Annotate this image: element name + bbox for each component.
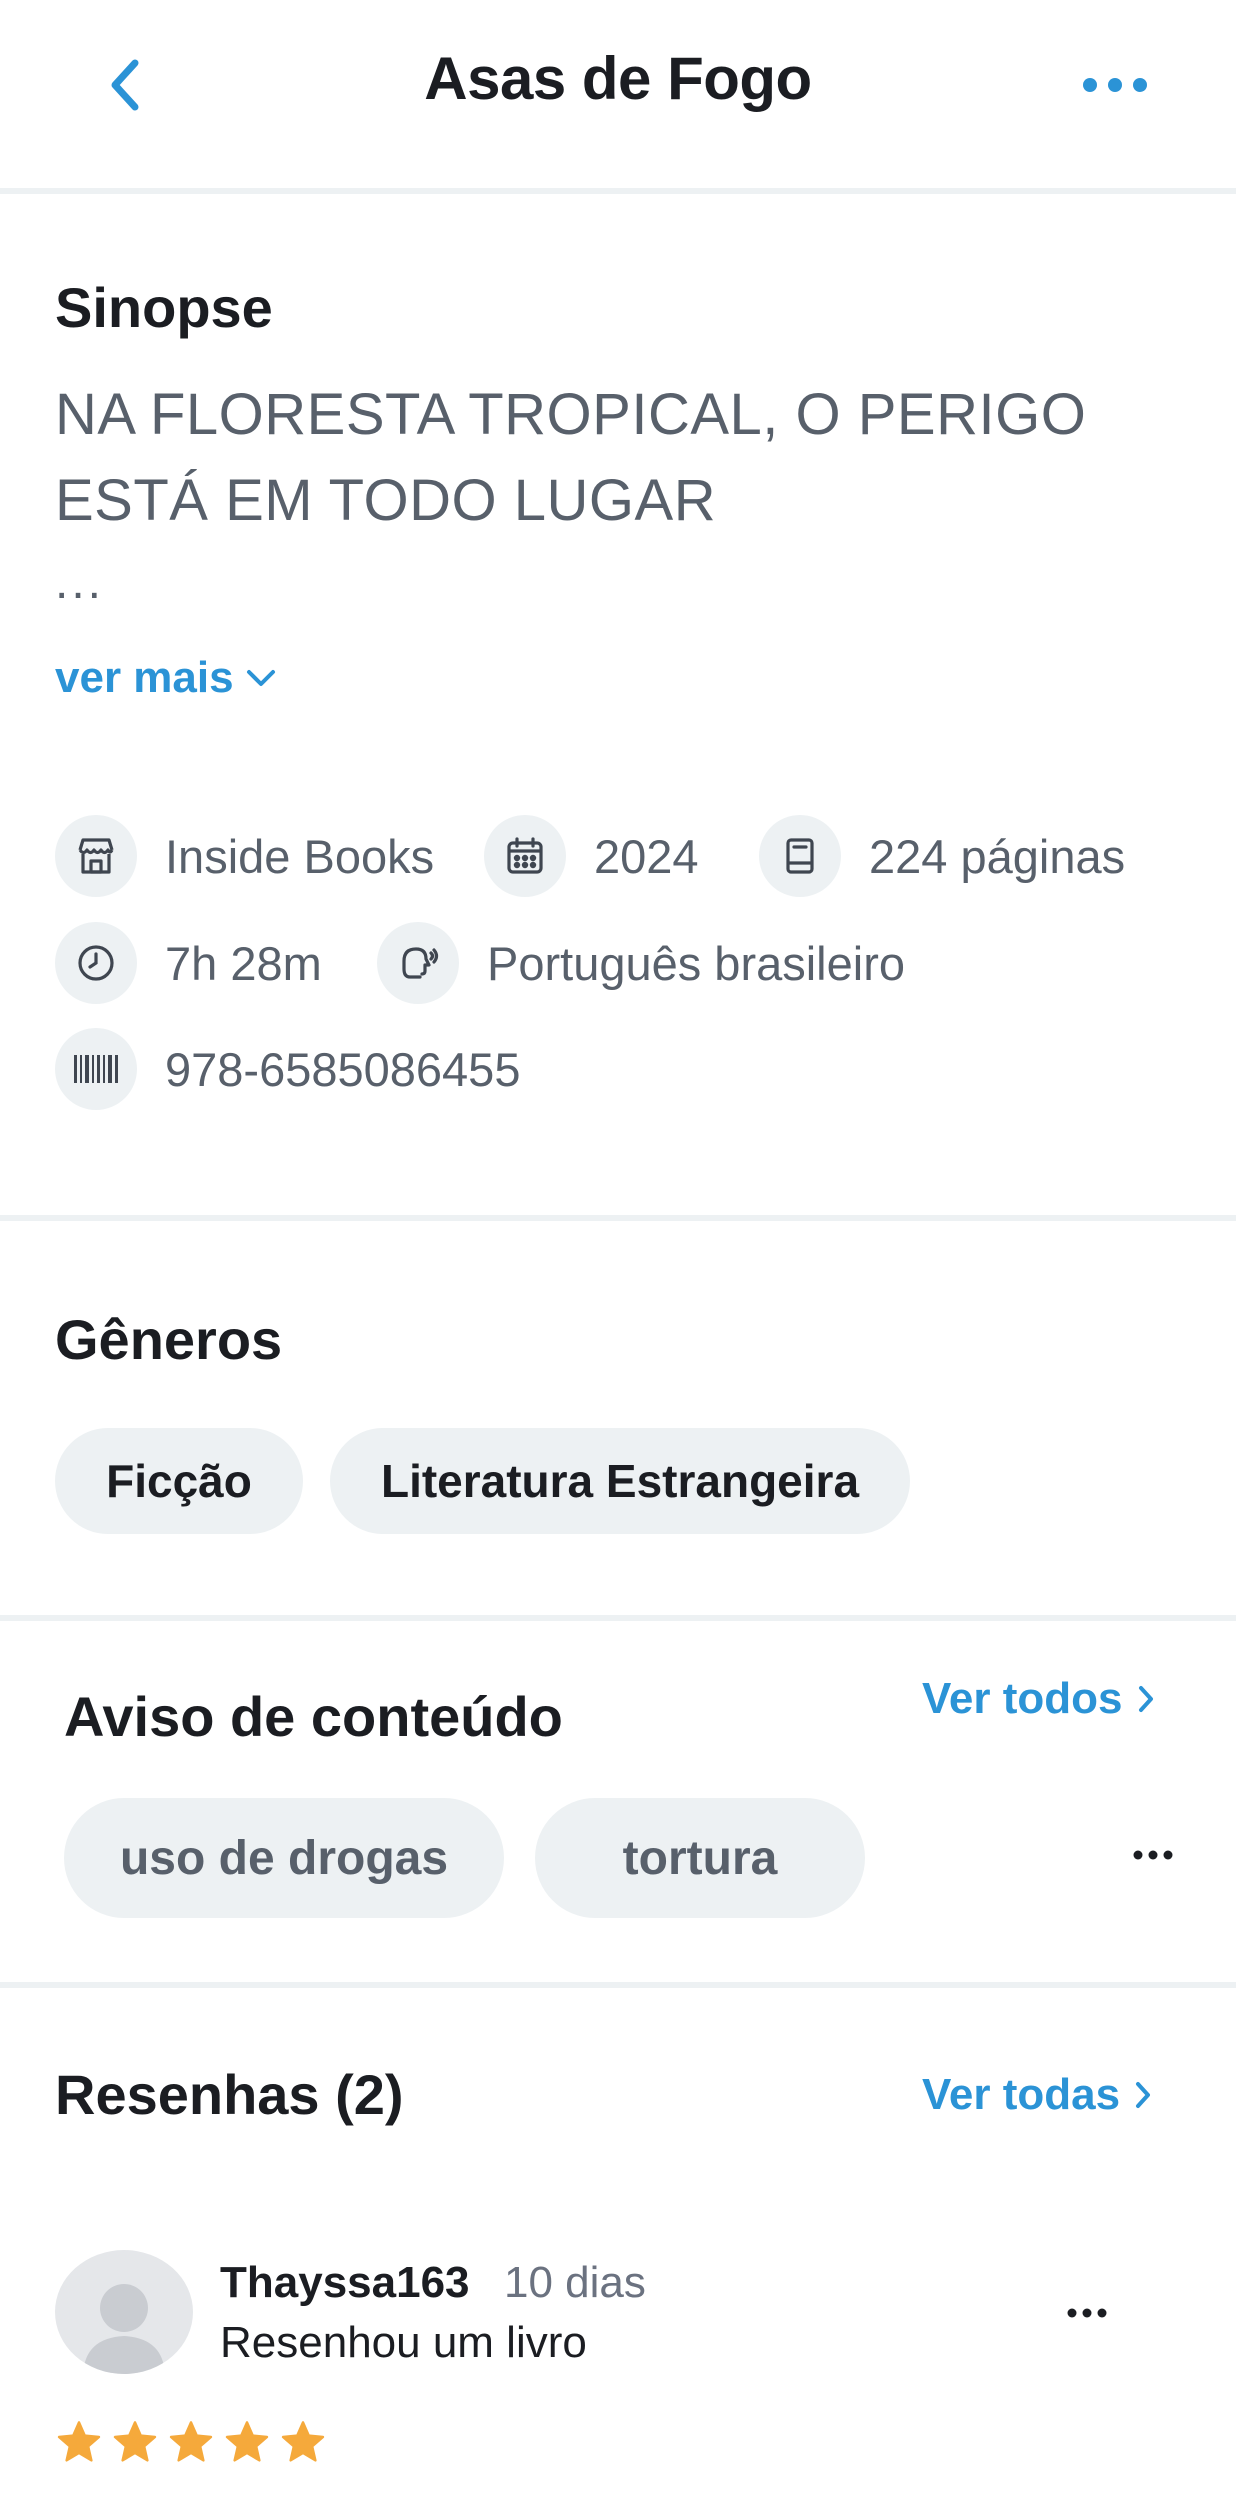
publisher-info: Inside Books: [55, 815, 434, 897]
more-options-button[interactable]: [1070, 55, 1160, 115]
duration-label: 7h 28m: [165, 936, 322, 990]
synopsis-ellipsis: ...: [55, 556, 105, 609]
app-header: Asas de Fogo: [0, 0, 1236, 190]
isbn-label: 978-6585086455: [165, 1042, 521, 1096]
chevron-down-icon: [246, 670, 275, 686]
divider: [0, 1982, 1236, 1988]
pages-label: 224 páginas: [869, 829, 1126, 883]
user-placeholder-icon: [83, 2284, 165, 2374]
star-icon: [113, 2421, 157, 2462]
genres-heading: Gêneros: [55, 1308, 283, 1371]
warning-chip[interactable]: tortura: [535, 1798, 865, 1918]
see-all-reviews-link[interactable]: Ver todas: [922, 2070, 1152, 2120]
reviews-heading: Resenhas (2): [55, 2063, 404, 2126]
book-icon: [759, 815, 841, 897]
genre-chip[interactable]: Literatura Estrangeira: [330, 1428, 910, 1534]
language-info: Português brasileiro: [377, 922, 905, 1004]
year-label: 2024: [594, 829, 699, 883]
chevron-right-icon: [1136, 2082, 1151, 2108]
see-all-warnings-link[interactable]: Ver todos: [922, 1674, 1155, 1724]
star-icon: [225, 2421, 269, 2462]
star-rating: [55, 2420, 327, 2466]
divider: [0, 188, 1236, 194]
star-icon: [281, 2421, 325, 2462]
synopsis-text: NA FLORESTA TROPICAL, O PERIGO ESTÁ EM T…: [55, 382, 1087, 533]
pages-info: 224 páginas: [759, 815, 1125, 897]
duration-info: 7h 28m: [55, 922, 322, 1004]
language-label: Português brasileiro: [487, 936, 905, 990]
store-icon: [55, 815, 137, 897]
review-options-button[interactable]: [1052, 2288, 1122, 2338]
barcode-icon: [55, 1028, 137, 1110]
see-all-label: Ver todos: [922, 1674, 1123, 1723]
see-more-link[interactable]: ver mais: [55, 653, 276, 703]
more-warnings-button[interactable]: [1118, 1830, 1188, 1880]
review-username[interactable]: Thayssa163: [220, 2258, 470, 2308]
see-more-label: ver mais: [55, 653, 234, 702]
content-warning-heading: Aviso de conteúdo: [64, 1685, 563, 1748]
divider: [0, 1615, 1236, 1621]
warning-chip[interactable]: uso de drogas: [64, 1798, 504, 1918]
more-horizontal-icon: [1067, 2308, 1107, 2318]
synopsis-heading: Sinopse: [55, 276, 273, 339]
chevron-right-icon: [1138, 1686, 1153, 1712]
page-title: Asas de Fogo: [424, 45, 812, 112]
calendar-icon: [484, 815, 566, 897]
star-icon: [169, 2421, 213, 2462]
publisher-label: Inside Books: [165, 829, 435, 883]
clock-icon: [55, 922, 137, 1004]
more-horizontal-icon: [1083, 78, 1147, 92]
star-icon: [57, 2421, 101, 2462]
genre-chip[interactable]: Ficção: [55, 1428, 303, 1534]
see-all-label: Ver todas: [922, 2070, 1121, 2119]
avatar[interactable]: [55, 2250, 193, 2374]
divider: [0, 1215, 1236, 1221]
review-time: 10 dias: [504, 2258, 646, 2307]
year-info: 2024: [484, 815, 699, 897]
review-action: Resenhou um livro: [220, 2318, 587, 2367]
speaking-head-icon: [377, 922, 459, 1004]
isbn-info: 978-6585086455: [55, 1028, 520, 1110]
more-horizontal-icon: [1133, 1850, 1173, 1860]
